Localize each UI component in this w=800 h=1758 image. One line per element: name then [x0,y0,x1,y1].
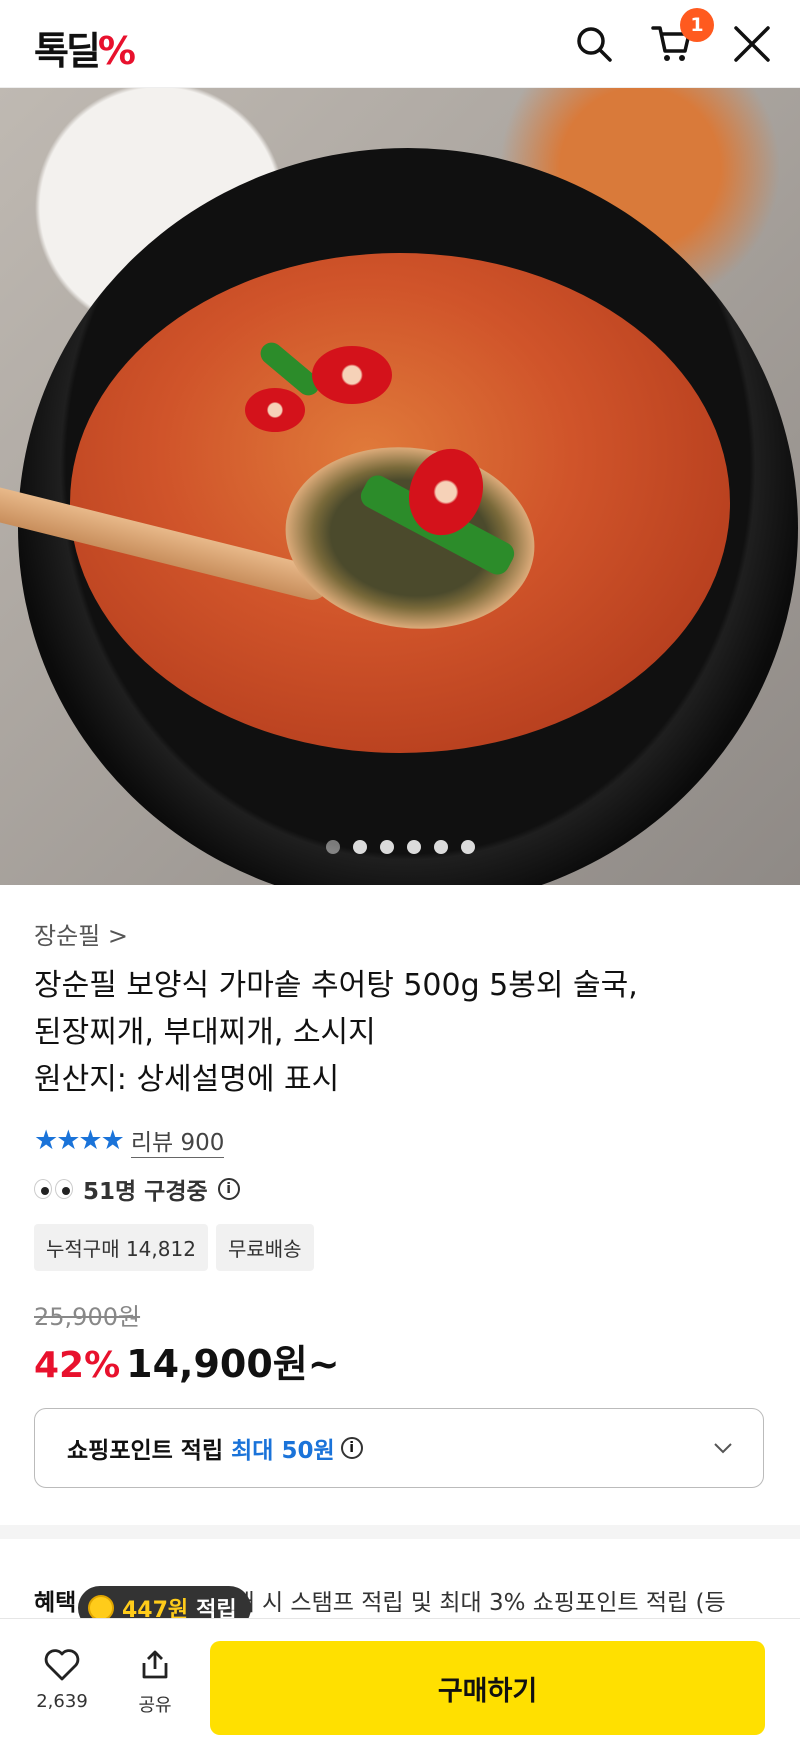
shopping-points-dropdown[interactable]: 쇼핑포인트 적립 최대 50원 i [34,1408,764,1488]
benefit-label: 혜택 [34,1590,77,1616]
chevron-down-icon [713,1439,733,1458]
title-line: 장순필 보양식 가마솥 추어탕 500g 5봉외 술국, [34,968,638,1003]
close-icon[interactable] [730,22,774,66]
brand-link[interactable]: 장순필 > [34,916,128,951]
carousel-dot[interactable] [460,840,475,854]
carousel-dot[interactable] [352,840,367,854]
discount-rate: 42% [34,1345,121,1386]
search-icon[interactable] [572,22,616,66]
title-line: 된장찌개, 부대찌개, 소시지 [34,1015,376,1050]
star-rating: ★★★★ [34,1125,125,1156]
bottom-action-bar: 2,639 공유 구매하기 [0,1618,800,1758]
carousel-indicator [0,840,800,854]
viewers-row: 51명 구경중 i [34,1172,240,1206]
share-label: 공유 [138,1695,172,1716]
sale-price: 14,900원~ [126,1342,340,1386]
heart-icon [44,1649,80,1681]
free-shipping-tag: 무료배송 [215,1224,314,1271]
carousel-dot[interactable] [379,840,394,854]
share-button[interactable]: 공유 [115,1649,195,1717]
toktalk-logo[interactable]: 톡딜% [34,20,136,75]
share-icon [142,1650,168,1679]
chili-slice-image [312,346,392,404]
benefit-text: 구매 시 스탬프 적립 및 최대 3% 쇼핑포인트 적립 (등 [212,1590,726,1616]
original-price: 25,900원 [34,1303,141,1331]
chili-slice-image [245,388,305,432]
tag-list: 누적구매 14,812 무료배송 [34,1224,314,1271]
like-count: 2,639 [36,1691,88,1712]
cart-count-badge: 1 [680,8,714,42]
like-button[interactable]: 2,639 [22,1649,102,1712]
points-label: 쇼핑포인트 적립 [67,1438,224,1464]
top-header: 톡딜% 1 [0,0,800,88]
buy-button[interactable]: 구매하기 [210,1641,765,1735]
logo-percent: % [97,29,136,73]
eyes-icon [34,1179,73,1199]
points-max: 최대 50원 [231,1438,335,1464]
origin-line: 원산지: 상세설명에 표시 [34,1062,340,1097]
carousel-dot[interactable] [433,840,448,854]
section-divider [0,1525,800,1539]
purchase-count-tag: 누적구매 14,812 [34,1224,208,1271]
viewers-count: 51명 구경중 [83,1179,208,1205]
info-icon[interactable]: i [340,1437,363,1459]
rating-row: ★★★★ 리뷰 900 [34,1123,225,1158]
review-link[interactable]: 리뷰 900 [130,1123,225,1158]
carousel-dot[interactable] [406,840,421,854]
product-title: 장순필 보양식 가마솥 추어탕 500g 5봉외 술국, 된장찌개, 부대찌개,… [34,962,754,1103]
product-image-carousel[interactable] [0,88,800,885]
carousel-dot[interactable] [325,840,340,854]
logo-text: 톡딜 [34,29,101,73]
price-row: 42% 14,900원~ [34,1333,340,1388]
info-icon[interactable]: i [217,1178,240,1200]
